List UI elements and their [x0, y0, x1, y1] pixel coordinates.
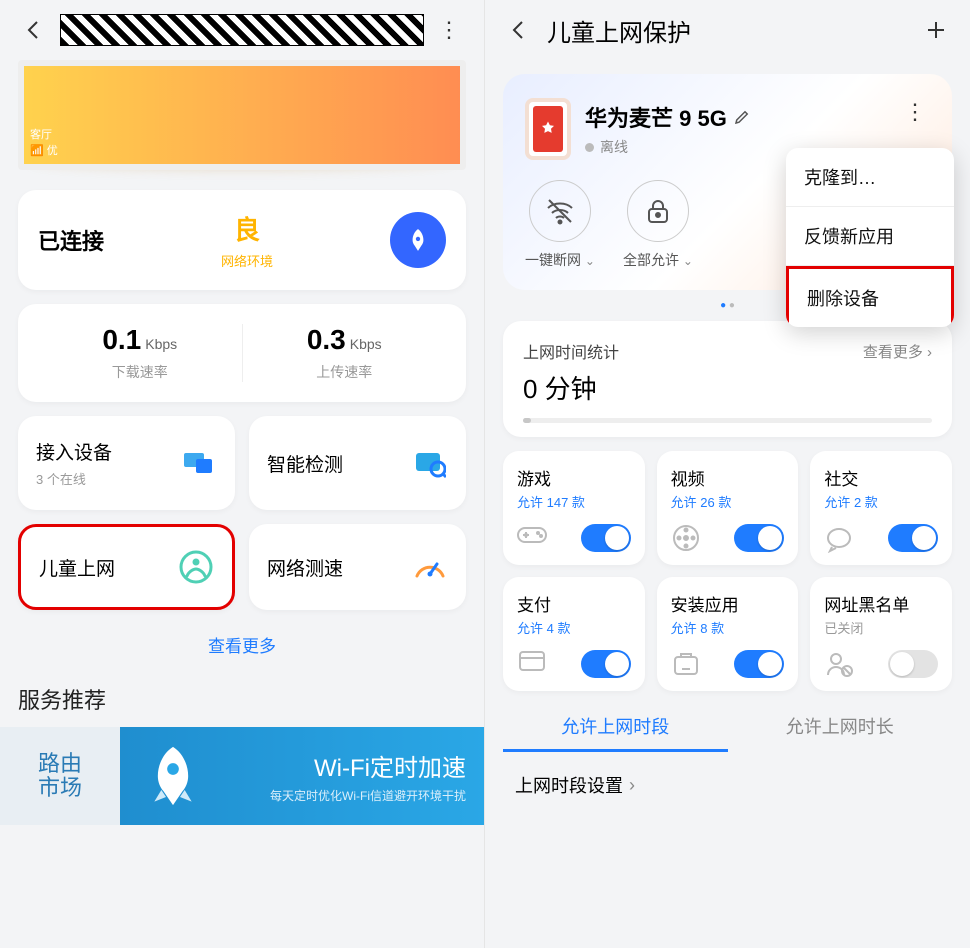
back-icon[interactable]: [503, 14, 535, 46]
status-card: 已连接 良 网络环境: [18, 190, 466, 290]
tile-speedtest[interactable]: 网络测速: [249, 524, 466, 610]
popup-delete[interactable]: 删除设备: [786, 266, 954, 327]
cat-icon: [824, 649, 854, 679]
popup-clone[interactable]: 克隆到…: [786, 148, 954, 207]
tile-diagnose[interactable]: 智能检测: [249, 416, 466, 510]
cat-toggle[interactable]: [581, 524, 631, 552]
back-icon[interactable]: [18, 14, 50, 46]
see-more-link[interactable]: 查看更多: [0, 632, 484, 657]
router-market[interactable]: 路由 市场: [0, 727, 120, 825]
diagnose-icon: [412, 445, 448, 481]
usage-stats-card[interactable]: 上网时间统计 查看更多 › 0 分钟: [503, 321, 952, 437]
device-popup-menu: 克隆到… 反馈新应用 删除设备: [786, 148, 954, 327]
cat-title: 安装应用: [671, 591, 785, 616]
cat-sub: 允许 26 款: [671, 492, 785, 511]
action-allow-all[interactable]: 全部允许 ⌄: [623, 180, 693, 270]
stats-bar: [523, 418, 932, 423]
boost-button[interactable]: [390, 212, 446, 268]
service-heading: 服务推荐: [18, 683, 466, 715]
banner-tag: 客厅 📶 优: [30, 126, 58, 158]
cat-sub: 允许 147 款: [517, 492, 631, 511]
cat-title: 网址黑名单: [824, 591, 938, 616]
device-menu-icon[interactable]: ⋮: [900, 96, 932, 128]
service-banner[interactable]: 路由 市场 Wi-Fi定时加速 每天定时优化Wi-Fi信道避开环境干扰: [0, 727, 484, 825]
cat-title: 游戏: [517, 465, 631, 490]
device-thumbnail: [525, 98, 571, 160]
cat-icon: [517, 649, 547, 679]
wifi-off-icon: [529, 180, 591, 242]
cat-title: 社交: [824, 465, 938, 490]
page-title: 儿童上网保护: [547, 13, 691, 48]
tab-period[interactable]: 允许上网时段: [503, 713, 728, 752]
cat-toggle[interactable]: [734, 650, 784, 678]
action-disconnect[interactable]: 一键断网 ⌄: [525, 180, 595, 270]
cat-icon: [517, 523, 547, 553]
device-name: 华为麦芒 9 5G: [585, 101, 727, 133]
stats-value: 0 分钟: [523, 369, 932, 406]
tab-bar: 允许上网时段 允许上网时长: [503, 713, 952, 752]
cat-sub: 允许 2 款: [824, 492, 938, 511]
cat-title: 支付: [517, 591, 631, 616]
tile-devices[interactable]: 接入设备 3 个在线: [18, 416, 235, 510]
cat-sub: 允许 8 款: [671, 618, 785, 637]
title-redacted: [60, 14, 424, 46]
period-setting-row[interactable]: 上网时段设置›: [515, 772, 940, 798]
category-grid: 游戏允许 147 款视频允许 26 款社交允许 2 款支付允许 4 款安装应用允…: [503, 451, 952, 691]
category-1[interactable]: 视频允许 26 款: [657, 451, 799, 565]
category-5[interactable]: 网址黑名单已关闭: [810, 577, 952, 691]
rocket-icon: [138, 741, 208, 811]
connected-label: 已连接: [38, 224, 104, 256]
cat-icon: [671, 649, 701, 679]
left-header: ⋮: [0, 0, 484, 60]
tile-parental[interactable]: 儿童上网: [18, 524, 235, 610]
cat-toggle[interactable]: [581, 650, 631, 678]
speed-card: 0.1Kbps 下载速率 0.3Kbps 上传速率: [18, 304, 466, 402]
download-speed: 0.1Kbps 下载速率: [38, 324, 242, 382]
lock-icon: [627, 180, 689, 242]
add-icon[interactable]: [920, 14, 952, 46]
cat-toggle[interactable]: [888, 524, 938, 552]
popup-feedback[interactable]: 反馈新应用: [786, 207, 954, 266]
speedtest-icon: [412, 549, 448, 585]
upload-speed: 0.3Kbps 上传速率: [243, 324, 447, 382]
cat-icon: [824, 523, 854, 553]
cat-toggle[interactable]: [734, 524, 784, 552]
edit-icon[interactable]: [733, 108, 751, 126]
stats-label: 上网时间统计: [523, 339, 619, 363]
parental-screen: 儿童上网保护 华为麦芒 9 5G 离线 ⋮: [485, 0, 970, 948]
tab-duration[interactable]: 允许上网时长: [728, 713, 953, 752]
category-0[interactable]: 游戏允许 147 款: [503, 451, 645, 565]
parental-icon: [178, 549, 214, 585]
cat-sub: 允许 4 款: [517, 618, 631, 637]
room-banner[interactable]: 客厅 📶 优: [18, 60, 466, 170]
cat-sub: 已关闭: [824, 618, 938, 637]
cat-icon: [671, 523, 701, 553]
promo-sub: 每天定时优化Wi-Fi信道避开环境干扰: [208, 787, 466, 804]
promo-title: Wi-Fi定时加速: [208, 748, 466, 783]
category-3[interactable]: 支付允许 4 款: [503, 577, 645, 691]
devices-icon: [181, 445, 217, 481]
stats-more[interactable]: 查看更多 ›: [863, 341, 932, 362]
router-app-screen: ⋮ 客厅 📶 优 已连接 良 网络环境 0.1Kbps 下载速率: [0, 0, 485, 948]
network-quality: 良 网络环境: [221, 210, 273, 270]
category-2[interactable]: 社交允许 2 款: [810, 451, 952, 565]
cat-title: 视频: [671, 465, 785, 490]
cat-toggle[interactable]: [888, 650, 938, 678]
more-icon[interactable]: ⋮: [434, 14, 466, 46]
category-4[interactable]: 安装应用允许 8 款: [657, 577, 799, 691]
right-header: 儿童上网保护: [485, 0, 970, 60]
device-status: 离线: [585, 137, 751, 157]
